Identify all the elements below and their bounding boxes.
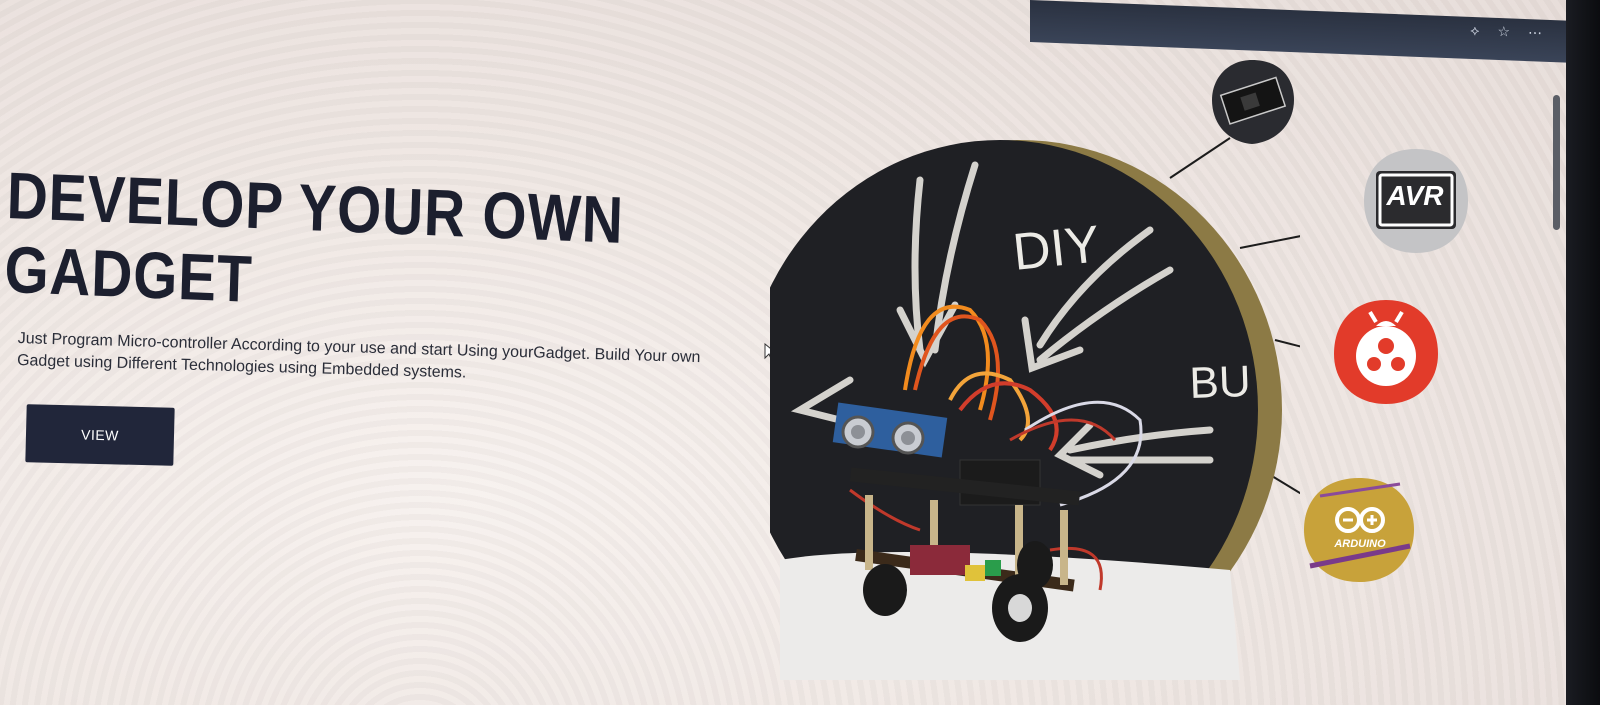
diy-robot-illustration: DIY BU [770, 120, 1300, 700]
avr-label: AVR [1386, 180, 1444, 211]
nano-board-icon[interactable] [1208, 58, 1296, 146]
browser-top-bar: ⟡☆⋯ [1030, 0, 1600, 64]
chalk-text-diy: DIY [1010, 215, 1102, 282]
hero-title: DEVELOP YOUR OWN GADGET [3, 158, 625, 316]
page-scrollbar[interactable] [1553, 95, 1560, 230]
view-button[interactable]: VIEW [25, 404, 175, 466]
arduino-label: ARDUINO [1334, 538, 1386, 550]
hero-section: DEVELOP YOUR OWN GADGET Just Program Mic… [4, 158, 768, 466]
ladybug-logo-icon[interactable] [1330, 296, 1442, 408]
monitor-bezel [1566, 0, 1600, 705]
chalk-text-bu: BU [1189, 357, 1252, 408]
browser-toolbar-icons[interactable]: ⟡☆⋯ [1470, 23, 1560, 42]
hero-description: Just Program Micro-controller According … [16, 329, 701, 382]
arduino-board-icon[interactable] [1300, 476, 1418, 584]
